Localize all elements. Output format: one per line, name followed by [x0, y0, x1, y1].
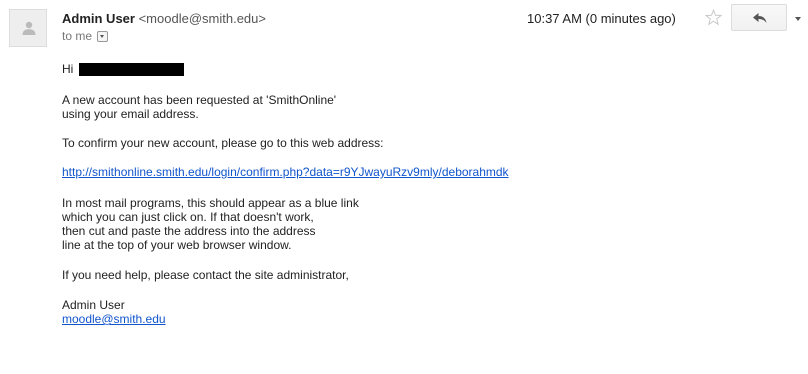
- star-outline-icon[interactable]: [705, 9, 722, 26]
- message-body: Hi A new account has been requested at '…: [62, 62, 509, 326]
- paragraph-help-text: In most mail programs, this should appea…: [62, 196, 509, 252]
- signature-name: Admin User: [62, 298, 125, 312]
- details-dropdown-icon[interactable]: [97, 30, 109, 42]
- signature: Admin User moodle@smith.edu: [62, 298, 509, 326]
- greeting-line: Hi: [62, 62, 509, 76]
- sender-email: <moodle@smith.edu>: [138, 11, 266, 26]
- reply-button[interactable]: [731, 4, 787, 31]
- paragraph-contact: If you need help, please contact the sit…: [62, 268, 349, 282]
- paragraph-line: In most mail programs, this should appea…: [62, 196, 359, 210]
- greeting-text: Hi: [62, 62, 74, 76]
- person-silhouette-icon: [22, 21, 36, 35]
- more-options-button[interactable]: [787, 4, 808, 31]
- paragraph-line: A new account has been requested at 'Smi…: [62, 93, 337, 107]
- signature-email-link[interactable]: moodle@smith.edu: [62, 312, 509, 326]
- sender-avatar: [9, 9, 47, 47]
- paragraph-link: http://smithonline.smith.edu/login/confi…: [62, 165, 509, 179]
- message-timestamp: 10:37 AM (0 minutes ago): [527, 11, 676, 26]
- sender-name[interactable]: Admin User: [62, 11, 135, 26]
- paragraph-line: line at the top of your web browser wind…: [62, 238, 292, 252]
- paragraph-line: then cut and paste the address into the …: [62, 224, 316, 238]
- recipient-line: to me: [62, 29, 109, 43]
- sender-line: Admin User <moodle@smith.edu>: [62, 10, 266, 27]
- recipient-label: to me: [62, 29, 93, 43]
- confirm-account-link[interactable]: http://smithonline.smith.edu/login/confi…: [62, 165, 509, 179]
- paragraph-confirm-instruction: To confirm your new account, please go t…: [62, 136, 384, 150]
- paragraph-line: which you can just click on. If that doe…: [62, 210, 314, 224]
- paragraph-request: A new account has been requested at 'Smi…: [62, 93, 509, 121]
- reply-arrow-icon: [753, 13, 767, 23]
- redacted-name-block: [79, 62, 185, 76]
- paragraph-line: using your email address.: [62, 107, 199, 121]
